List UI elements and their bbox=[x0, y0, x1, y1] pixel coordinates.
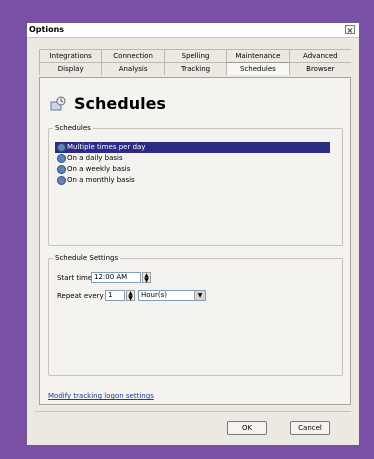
list-item[interactable]: On a weekly basis bbox=[55, 164, 330, 175]
tab-browser[interactable]: Browser bbox=[288, 62, 352, 75]
tab-connection[interactable]: Connection bbox=[101, 49, 164, 62]
tab-row-1: Integrations Connection Spelling Mainten… bbox=[39, 49, 352, 62]
clock-icon bbox=[57, 176, 66, 185]
modify-tracking-logon-link[interactable]: Modify tracking logon settings bbox=[48, 392, 154, 400]
start-time-stepper[interactable]: ▲ ▼ bbox=[142, 272, 151, 284]
list-item[interactable]: Multiple times per day bbox=[55, 142, 330, 153]
start-time-label: Start time: bbox=[57, 274, 95, 282]
title-bar: Options × bbox=[27, 23, 359, 38]
schedule-icon bbox=[50, 96, 66, 111]
start-time-input[interactable]: 12:00 AM bbox=[91, 272, 141, 283]
tab-tracking[interactable]: Tracking bbox=[163, 62, 227, 75]
tab-analysis[interactable]: Analysis bbox=[101, 62, 164, 75]
tab-strip: Integrations Connection Spelling Mainten… bbox=[39, 49, 352, 77]
list-item-label: Multiple times per day bbox=[67, 143, 146, 151]
settings-group-legend: Schedule Settings bbox=[55, 254, 119, 262]
repeat-stepper[interactable]: ▲ ▼ bbox=[126, 290, 135, 302]
repeat-unit-select[interactable]: Hour(s) ▼ bbox=[138, 290, 206, 301]
clock-icon bbox=[57, 154, 66, 163]
cancel-button[interactable]: Cancel bbox=[290, 421, 330, 435]
schedules-group-legend: Schedules bbox=[55, 124, 91, 132]
tab-integrations[interactable]: Integrations bbox=[39, 49, 102, 62]
chevron-down-icon[interactable]: ▼ bbox=[194, 291, 205, 300]
tab-maintenance[interactable]: Maintenance bbox=[226, 49, 289, 62]
footer-divider bbox=[35, 411, 351, 412]
tab-row-2: Display Analysis Tracking Schedules Brow… bbox=[39, 62, 352, 75]
tab-spelling[interactable]: Spelling bbox=[163, 49, 227, 62]
list-item[interactable]: On a daily basis bbox=[55, 153, 330, 164]
clock-icon bbox=[57, 165, 66, 174]
tab-display[interactable]: Display bbox=[39, 62, 102, 75]
repeat-unit-value: Hour(s) bbox=[141, 291, 167, 299]
schedules-group: Schedules Multiple times per day On a da… bbox=[48, 124, 343, 246]
schedule-settings-group: Schedule Settings Start time: 12:00 AM ▲… bbox=[48, 254, 343, 376]
list-item-label: On a daily basis bbox=[67, 154, 123, 162]
window-title: Options bbox=[29, 25, 65, 34]
schedules-panel: Schedules Schedules Multiple times per d… bbox=[39, 77, 351, 405]
clock-icon bbox=[57, 143, 66, 152]
page-title: Schedules bbox=[74, 94, 166, 113]
close-button[interactable]: × bbox=[345, 25, 355, 35]
ok-button[interactable]: OK bbox=[227, 421, 267, 435]
tab-advanced[interactable]: Advanced bbox=[288, 49, 352, 62]
schedule-list: Multiple times per day On a daily basis … bbox=[55, 142, 330, 186]
repeat-every-label: Repeat every bbox=[57, 292, 104, 300]
options-window: Options × Integrations Connection Spelli… bbox=[26, 22, 360, 446]
tab-schedules[interactable]: Schedules bbox=[226, 62, 289, 75]
list-item-label: On a monthly basis bbox=[67, 176, 135, 184]
list-item[interactable]: On a monthly basis bbox=[55, 175, 330, 186]
list-item-label: On a weekly basis bbox=[67, 165, 131, 173]
repeat-value-input[interactable]: 1 bbox=[105, 290, 125, 301]
